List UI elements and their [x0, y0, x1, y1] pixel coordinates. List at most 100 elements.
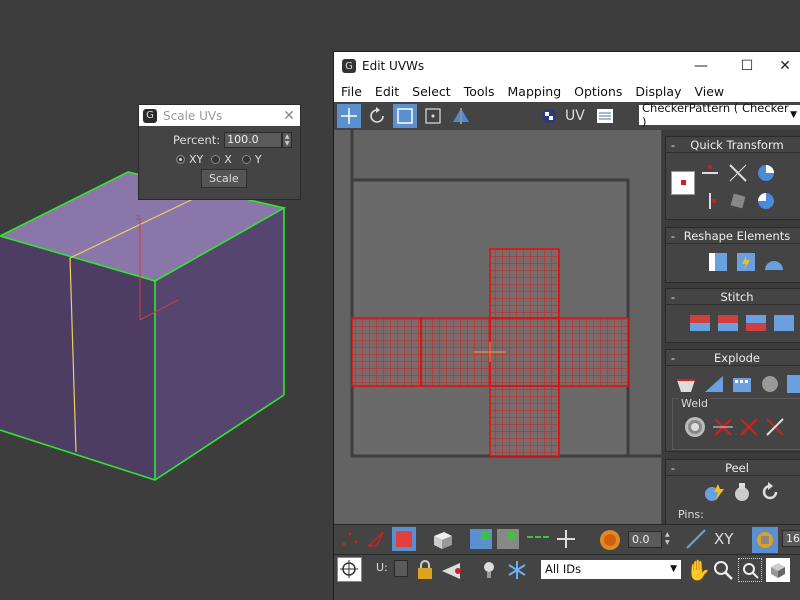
radio-y[interactable] [241, 155, 251, 164]
checker-map-icon[interactable] [537, 104, 561, 128]
set-pivot-icon[interactable] [671, 171, 695, 195]
grid-size-field[interactable]: 16 [782, 530, 800, 547]
collapse-icon[interactable]: - [666, 461, 680, 475]
relax-icon[interactable] [734, 250, 758, 274]
xy-label[interactable]: XY [714, 530, 733, 548]
scale-button[interactable]: Scale [201, 169, 247, 188]
close-icon[interactable]: ✕ [278, 108, 300, 124]
stitch-rollout: - Stitch [665, 288, 800, 343]
peel-header[interactable]: - Peel [666, 460, 800, 476]
polygon-select-icon[interactable] [684, 528, 708, 553]
freeze-icon[interactable] [506, 559, 528, 584]
quick-peel-icon[interactable] [702, 480, 726, 504]
straighten-icon[interactable] [706, 250, 730, 274]
collapse-icon[interactable]: - [666, 290, 680, 304]
break-icon[interactable] [674, 372, 698, 396]
face-mode-icon[interactable] [392, 527, 416, 551]
flatten-by-matid-icon[interactable] [730, 372, 754, 396]
rotate-minus-icon[interactable] [754, 189, 778, 213]
menu-options[interactable]: Options [574, 84, 622, 99]
detach-icon[interactable] [702, 372, 726, 396]
texture-map-dropdown[interactable]: CheckerPattern ( Checker ) ▼ [639, 101, 800, 129]
stitch-average-icon[interactable] [744, 311, 768, 335]
absolute-mode-icon[interactable] [337, 557, 362, 582]
percent-input[interactable]: 100.0 [224, 132, 283, 148]
circle-icon[interactable] [762, 250, 786, 274]
weld-all-icon[interactable] [763, 415, 787, 439]
zoom-extents-icon[interactable] [766, 558, 790, 582]
loop-select-icon[interactable] [525, 528, 551, 553]
weld-selected-icon[interactable] [711, 415, 735, 439]
paint-size-field[interactable]: 0.0 [628, 531, 662, 548]
reshape-elements-header[interactable]: - Reshape Elements [666, 228, 800, 244]
shrink-selection-icon[interactable] [496, 528, 520, 553]
flatten-by-smoothing-icon[interactable] [758, 372, 782, 396]
uv-grid[interactable] [334, 130, 661, 524]
collapse-icon[interactable]: - [666, 229, 680, 243]
menu-view[interactable]: View [694, 84, 724, 99]
maximize-icon[interactable]: ☐ [724, 58, 770, 74]
menu-edit[interactable]: Edit [375, 84, 399, 99]
window-titlebar[interactable]: G Edit UVWs — ☐ ✕ [334, 52, 800, 80]
align-horizontal-icon[interactable] [698, 161, 722, 185]
menu-mapping[interactable]: Mapping [508, 84, 562, 99]
material-id-dropdown[interactable]: All IDs ▼ [541, 560, 681, 579]
paint-select-icon[interactable] [598, 528, 622, 555]
light-bulb-icon[interactable] [480, 559, 498, 584]
grow-selection-icon[interactable] [469, 528, 493, 553]
dialog-title: Scale UVs [163, 108, 223, 123]
close-icon[interactable]: ✕ [770, 58, 800, 74]
menu-display[interactable]: Display [635, 84, 681, 99]
mirror-tool-icon[interactable] [449, 104, 473, 128]
weld-threshold-icon[interactable] [737, 415, 761, 439]
move-tool-icon[interactable] [337, 104, 361, 128]
menu-bar: File Edit Select Tools Mapping Options D… [334, 80, 800, 102]
align-vertical-icon[interactable] [698, 189, 722, 213]
zoom-icon[interactable] [712, 559, 734, 584]
peel-mode-icon[interactable] [730, 480, 754, 504]
stitch-target-icon[interactable] [716, 311, 740, 335]
align-diagonal-icon[interactable] [726, 161, 750, 185]
radio-x[interactable] [211, 155, 221, 164]
dialog-titlebar[interactable]: G Scale UVs ✕ [139, 105, 300, 126]
pan-hand-icon[interactable]: ✋ [686, 558, 711, 582]
svg-text:z: z [136, 213, 140, 222]
stitch-header[interactable]: - Stitch [666, 289, 800, 305]
freeform-tool-icon[interactable] [421, 104, 445, 128]
hide-icon[interactable] [440, 559, 464, 584]
menu-tools[interactable]: Tools [464, 84, 495, 99]
minimize-icon[interactable]: — [678, 58, 724, 74]
target-weld-icon[interactable] [683, 415, 707, 439]
menu-select[interactable]: Select [412, 84, 451, 99]
ring-select-icon[interactable] [554, 528, 578, 553]
rotate-tool-icon[interactable] [365, 104, 389, 128]
percent-spinner[interactable]: ▲ ▼ [282, 132, 293, 148]
grid-snap-icon[interactable] [752, 527, 778, 553]
uv-editor-canvas[interactable] [334, 130, 661, 524]
options-list-icon[interactable] [593, 104, 617, 128]
texture-map-value: CheckerPattern ( Checker ) [642, 101, 789, 129]
peel-title: Peel [725, 460, 749, 475]
stitch-custom-icon[interactable] [772, 311, 796, 335]
paint-size-spinner[interactable]: ▲ ▼ [665, 531, 674, 548]
collapse-icon[interactable]: - [666, 351, 680, 365]
rotate-plus-icon[interactable] [754, 161, 778, 185]
vertex-mode-icon[interactable] [339, 528, 361, 553]
reset-peel-icon[interactable] [758, 480, 782, 504]
edge-mode-icon[interactable] [365, 528, 387, 553]
spacing-icon[interactable] [726, 189, 750, 213]
explode-rollout: - Explode Weld [665, 349, 800, 452]
scale-tool-icon[interactable] [393, 104, 417, 128]
flatten-by-polygon-icon[interactable] [784, 372, 800, 396]
quick-transform-header[interactable]: - Quick Transform [666, 137, 800, 153]
u-value-field[interactable] [394, 560, 408, 577]
uv-label[interactable]: UV [565, 108, 585, 124]
explode-header[interactable]: - Explode [666, 350, 800, 366]
element-mode-icon[interactable] [430, 528, 454, 553]
radio-xy[interactable] [176, 155, 185, 164]
stitch-source-icon[interactable] [688, 311, 712, 335]
menu-file[interactable]: File [341, 84, 362, 99]
collapse-icon[interactable]: - [666, 138, 680, 152]
lock-icon[interactable] [416, 559, 434, 584]
zoom-region-icon[interactable] [738, 558, 762, 582]
